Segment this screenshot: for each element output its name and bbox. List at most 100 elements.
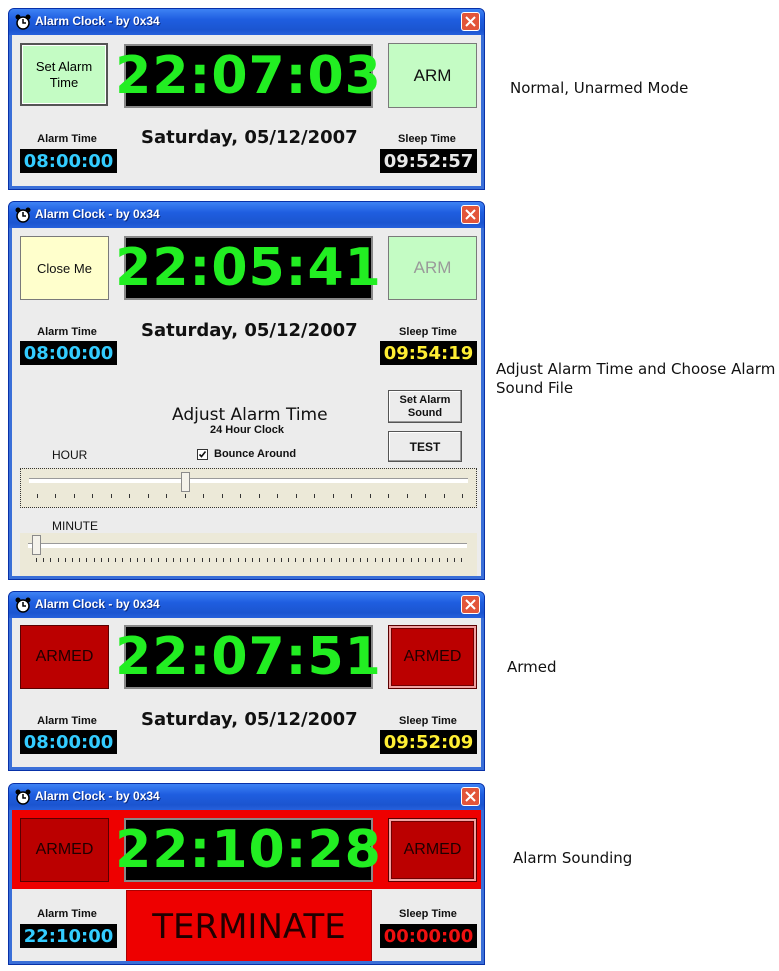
slider-tick [129,494,131,498]
armed-button[interactable]: ARMED [388,818,477,882]
adjust-alarm-title: Adjust Alarm Time [172,405,328,425]
slider-tick [147,494,149,498]
bounce-around-checkbox[interactable] [197,449,208,460]
close-icon [465,791,476,802]
slider-tick [432,558,434,562]
slider-tick [280,558,282,562]
client-area: Close Me 22:05:41 ARM Alarm Time Saturda… [12,228,481,576]
slider-tick [259,558,261,562]
client-area: Set Alarm Time 22:07:03 ARM Alarm Time S… [12,35,481,186]
hour-slider[interactable] [20,468,477,508]
caption-armed: Armed [507,658,557,676]
arm-button-label: ARM [413,65,452,85]
slider-thumb[interactable] [180,472,190,492]
sleep-time-label: Sleep Time [398,133,456,145]
close-me-button[interactable]: Close Me [20,236,109,300]
clock-display: 22:07:03 [115,44,382,108]
alarm-time-display: 08:00:00 [20,730,117,754]
arm-button[interactable]: ARM [388,43,477,108]
slider-tick [165,558,167,562]
set-alarm-time-button[interactable]: Set Alarm Time [20,43,108,106]
slider-tick [37,494,38,498]
slider-tick [295,494,297,498]
close-button[interactable] [461,12,480,31]
slider-tick [57,558,59,562]
slider-tick [129,558,131,562]
bounce-around-label: Bounce Around [214,448,297,460]
title-bar[interactable]: Alarm Clock - by 0x34 [9,784,484,810]
slider-tick [36,558,37,562]
slider-thumb[interactable] [32,535,41,555]
slider-tick [453,558,455,562]
slider-tick [406,494,408,498]
slider-tick [424,558,426,562]
minute-slider[interactable] [20,533,477,576]
slider-tick [302,558,304,562]
slider-tick [374,558,376,562]
window-title: Alarm Clock - by 0x34 [35,14,160,28]
slider-tick [360,558,362,562]
slider-tick [446,558,448,562]
alarm-time-label: Alarm Time [37,326,97,338]
sleep-time-display: 09:54:19 [380,341,477,365]
armed-button-label: ARMED [403,648,462,665]
slider-tick [403,558,405,562]
close-button[interactable] [461,205,480,224]
test-button[interactable]: TEST [388,431,462,462]
armed-left-button[interactable]: ARMED [20,818,109,882]
slider-tick [230,558,232,562]
slider-tick [115,558,117,562]
slider-tick [316,558,318,562]
slider-tick [252,558,254,562]
set-alarm-sound-button[interactable]: Set Alarm Sound [388,390,462,423]
armed-button-label: ARMED [403,841,462,858]
slider-tick [277,494,279,498]
close-icon [465,599,476,610]
title-bar[interactable]: Alarm Clock - by 0x34 [9,592,484,618]
slider-tick [79,558,81,562]
terminate-button[interactable]: TERMINATE [126,890,372,961]
slider-tick [295,558,297,562]
sleep-time-label: Sleep Time [399,908,457,920]
title-bar[interactable]: Alarm Clock - by 0x34 [9,202,484,228]
alarm-time-display: 08:00:00 [20,341,117,365]
clock-display: 22:05:41 [115,236,382,300]
slider-tick [367,558,369,562]
armed-left-label: ARMED [35,648,94,665]
caption-adjust: Adjust Alarm Time and Choose Alarm Sound… [496,360,775,398]
slider-tick [180,558,182,562]
armed-button[interactable]: ARMED [388,625,477,689]
arm-button-label: ARM [413,258,452,277]
slider-tick [201,558,203,562]
slider-tick [266,558,268,562]
slider-tick [122,558,124,562]
slider-tick [462,494,463,498]
slider-tick [338,558,340,562]
caption-sounding: Alarm Sounding [513,849,633,867]
close-button[interactable] [461,595,480,614]
minute-label: MINUTE [52,519,98,533]
date-label: Saturday, 05/12/2007 [141,127,358,148]
armed-left-button[interactable]: ARMED [20,625,109,689]
alarm-clock-icon [15,597,31,613]
caption-normal: Normal, Unarmed Mode [510,79,689,97]
caption-adjust-line2: Sound File [496,379,574,397]
slider-tick [151,558,153,562]
sleep-time-display: 09:52:57 [380,149,477,173]
close-button[interactable] [461,787,480,806]
title-bar[interactable]: Alarm Clock - by 0x34 [9,9,484,35]
slider-tick [345,558,347,562]
slider-tick [381,558,383,562]
slider-tick [352,558,354,562]
slider-tick [92,494,94,498]
slider-tick [64,558,66,562]
sleep-time-display: 09:52:09 [380,730,477,754]
slider-tick [288,558,290,562]
alarm-time-label: Alarm Time [37,133,97,145]
slider-tick [100,558,102,562]
slider-tick [410,558,412,562]
slider-tick [208,558,210,562]
slider-tick [396,558,398,562]
client-area: ARMED 22:10:28 ARMED TERMINATE Alarm Tim… [12,810,481,961]
sleep-time-display: 00:00:00 [380,924,477,948]
